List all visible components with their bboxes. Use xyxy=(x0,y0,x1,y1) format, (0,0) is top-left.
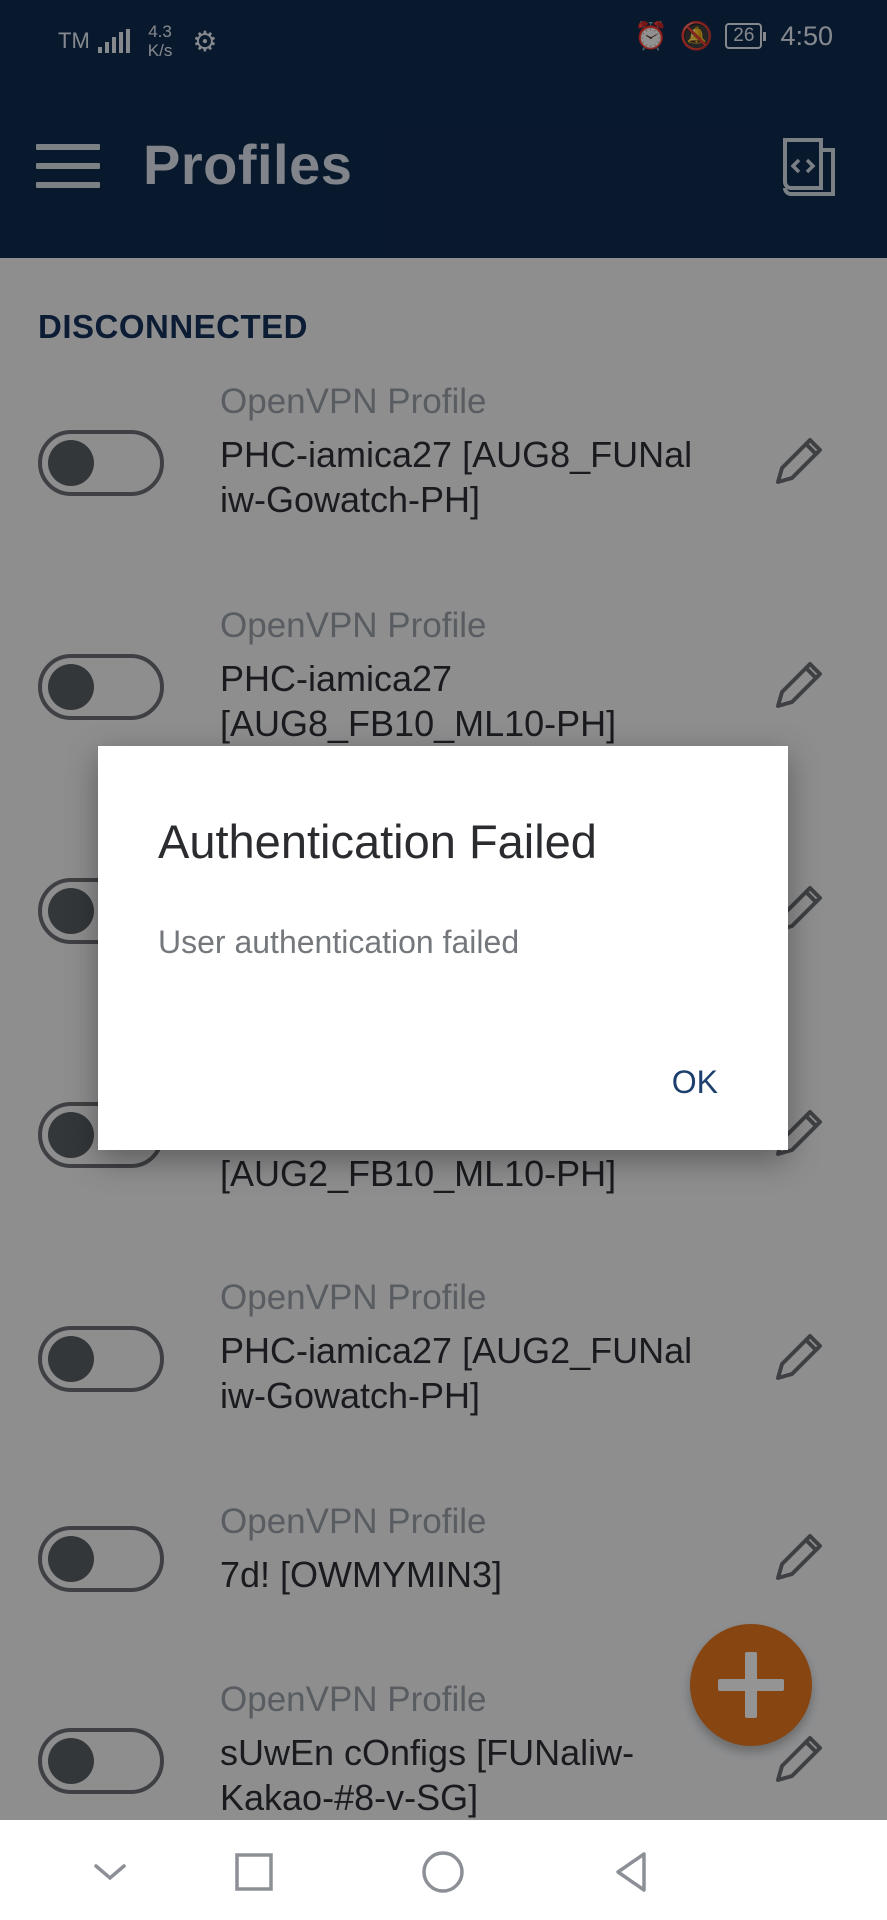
system-navigation-bar xyxy=(0,1820,887,1920)
dialog-title: Authentication Failed xyxy=(158,815,597,868)
back-triangle-icon[interactable] xyxy=(604,1844,660,1900)
recents-square-icon[interactable] xyxy=(226,1844,282,1900)
ok-button[interactable]: OK xyxy=(672,1064,718,1101)
home-circle-icon[interactable] xyxy=(415,1844,471,1900)
dialog-message: User authentication failed xyxy=(158,924,520,960)
authentication-failed-dialog: Authentication Failed User authenticatio… xyxy=(98,746,788,1150)
chevron-down-icon[interactable] xyxy=(82,1844,138,1900)
